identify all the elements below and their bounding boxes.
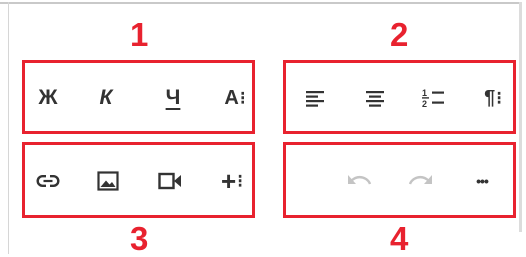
italic-button[interactable]: К [89,81,123,115]
callout-number-3: 3 [130,220,149,257]
add-icon: + [221,165,237,196]
editor-frame-left [8,2,9,254]
more-options-icon: ⁝ [237,170,243,191]
more-icon: ••• [476,173,489,189]
undo-icon [348,175,372,185]
editor-frame-top [0,2,520,4]
callout-number-2: 2 [390,16,409,53]
bold-button[interactable]: Ж [31,81,65,115]
history-group: ••• [283,142,516,218]
font-size-icon: A [224,86,239,109]
svg-text:2: 2 [422,99,427,109]
insert-video-button[interactable] [153,164,187,198]
paragraph-style-button[interactable]: ¶ ⁝ [473,81,513,115]
underline-button[interactable]: Ч [156,81,190,115]
align-left-icon [306,91,324,107]
insert-more-button[interactable]: + ⁝ [212,164,252,198]
insert-group: + ⁝ [22,142,255,218]
align-center-button[interactable] [358,81,392,115]
editor-frame-right [519,2,522,232]
image-icon [97,171,119,191]
callout-number-4: 4 [390,220,409,257]
more-options-button[interactable]: ••• [464,164,500,198]
link-icon [36,175,60,187]
bold-icon: Ж [38,86,58,109]
callout-number-1: 1 [130,16,149,53]
underline-icon: Ч [165,86,181,109]
undo-button[interactable] [342,164,376,198]
italic-icon: К [99,86,113,109]
svg-text:1: 1 [422,88,427,98]
redo-icon [408,175,432,185]
insert-link-button[interactable] [31,164,65,198]
text-format-group: Ж К Ч A ⁝ [22,60,255,134]
video-icon [158,172,181,190]
redo-button[interactable] [404,164,438,198]
more-options-icon: ⁝ [496,87,502,108]
align-left-button[interactable] [298,81,332,115]
paragraph-icon: ¶ [484,86,496,109]
insert-image-button[interactable] [91,164,125,198]
font-size-button[interactable]: A ⁝ [215,81,255,115]
numbered-list-button[interactable]: 1 2 [416,81,450,115]
paragraph-format-group: 1 2 ¶ ⁝ [283,60,516,134]
more-options-icon: ⁝ [239,87,246,108]
align-center-icon [366,91,384,107]
numbered-list-icon: 1 2 [422,88,444,109]
